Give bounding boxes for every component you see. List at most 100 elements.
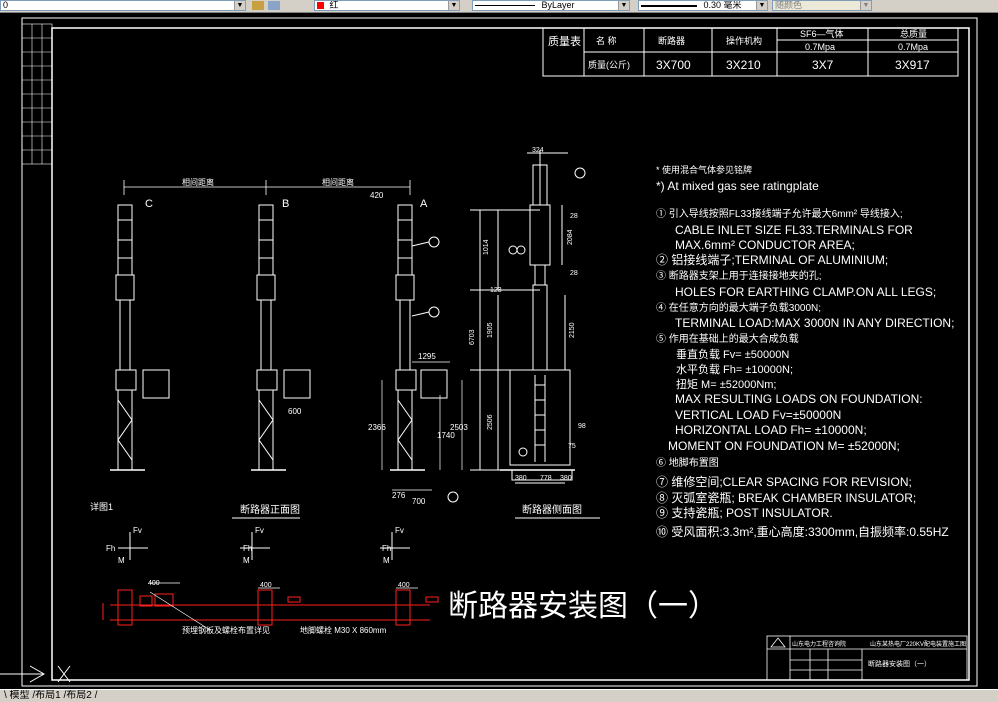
note-line: MOMENT ON FOUNDATION M= ±52000N; <box>668 439 900 453</box>
force-label: Fh <box>382 544 391 553</box>
dim-label: 380 <box>515 475 527 482</box>
view-caption: 断路器侧面图 <box>522 503 582 516</box>
layout-tabs[interactable]: \ 模型 /布局1 /布局2 / <box>0 690 97 701</box>
dim-label: 600 <box>288 407 302 416</box>
layer-dropdown[interactable]: 0 ▼ <box>0 0 246 11</box>
dim-label: 1295 <box>418 352 436 361</box>
dim-label: 6703 <box>469 329 476 345</box>
note-line: 水平负载 Fh= ±10000N; <box>676 362 793 376</box>
drawing-title: 断路器安装图（一） <box>448 589 718 624</box>
quality-table-title: 质量表 <box>548 34 581 48</box>
general-notes: * 使用混合气体参见铭牌 *) At mixed gas see ratingp… <box>656 164 954 539</box>
layout-tabs-bar: \ 模型 /布局1 /布局2 / <box>0 689 998 702</box>
front-view: 相间距离 相间距离 420 C B A 2366 2503 1740 1295 … <box>90 177 468 519</box>
force-label: Fh <box>243 544 252 553</box>
dim-label: 420 <box>370 191 384 200</box>
title-block-sheet: 断路器安装图（一） <box>868 659 931 668</box>
table-header: 总质量 <box>900 28 927 39</box>
note-line: ⑤ 作用在基础上的最大合成负载 <box>656 332 799 345</box>
dim-label: 98 <box>578 423 586 430</box>
table-cell: 3X700 <box>656 58 691 72</box>
table-subvalue: 0.7Mpa <box>805 42 835 52</box>
note-line: ⑨ 支持瓷瓶; POST INSULATOR. <box>656 505 833 520</box>
dim-label: 相间距离 <box>182 177 214 187</box>
title-block-project: 山东某热电厂220KV配电装置施工图 <box>870 640 966 648</box>
note-line: ③ 断路器支架上用于连接接地夹的孔; <box>656 269 822 282</box>
dim-label: 1905 <box>487 322 494 338</box>
sheet-frame-outer <box>21 17 978 687</box>
chevron-down-icon: ▼ <box>860 1 871 10</box>
dim-label: 1740 <box>437 431 455 440</box>
dim-label: 28 <box>570 270 578 277</box>
color-value: 红 <box>329 0 339 10</box>
chevron-down-icon: ▼ <box>756 1 767 10</box>
dim-label: 75 <box>568 443 576 450</box>
layer-previous-icon[interactable] <box>268 1 280 10</box>
dim-label: 2506 <box>487 414 494 430</box>
table-cell: 3X7 <box>812 58 834 72</box>
dim-label: 28 <box>570 213 578 220</box>
note-line: ⑩ 受风面积:3.3m²,重心高度:3300mm,自振频率:0.55HZ <box>656 524 949 539</box>
note-line: TERMINAL LOAD:MAX 3000N IN ANY DIRECTION… <box>675 316 954 330</box>
breaker-pole-c <box>110 204 170 471</box>
foundation-note: 预埋钢板及螺栓布置详见 <box>182 625 270 635</box>
color-dropdown[interactable]: 红 ▼ <box>314 0 460 11</box>
table-cell: 3X917 <box>895 58 930 72</box>
phase-label: B <box>282 198 289 210</box>
note-line: HORIZONTAL LOAD Fh= ±10000N; <box>675 423 867 437</box>
view-caption: 断路器正面图 <box>240 503 300 516</box>
chevron-down-icon: ▼ <box>618 1 629 10</box>
logo-icon <box>770 637 786 648</box>
force-label: Fv <box>133 526 142 535</box>
table-header: SF6—气体 <box>800 28 844 39</box>
note-line: 扭矩 M= ±52000Nm; <box>676 377 777 391</box>
dim-label: 400 <box>260 582 272 589</box>
note-line: *) At mixed gas see ratingplate <box>656 179 819 193</box>
dim-label: 400 <box>148 580 160 587</box>
ucs-icon <box>0 665 71 683</box>
force-label: M <box>383 556 390 565</box>
linetype-line-icon <box>475 5 535 7</box>
revision-strip <box>21 23 53 165</box>
detail-label: 详图1 <box>90 501 113 512</box>
phase-label: C <box>145 198 153 210</box>
note-line: ⑦ 维修空间;CLEAR SPACING FOR REVISION; <box>656 474 912 489</box>
table-subvalue: 0.7Mpa <box>898 42 928 52</box>
foundation-note: 地脚螺栓 M30 X 860mm <box>300 625 387 635</box>
note-line: MAX.6mm² CONDUCTOR AREA; <box>675 238 855 252</box>
linetype-dropdown[interactable]: ByLayer ▼ <box>472 0 630 11</box>
note-line: ② 铝接线端子;TERMINAL OF ALUMINIUM; <box>656 252 888 267</box>
lineweight-line-icon <box>641 4 697 7</box>
dim-label: 700 <box>412 497 426 506</box>
dim-label: 276 <box>392 491 406 500</box>
sheet-frame-inner <box>51 27 970 681</box>
dim-label: 324 <box>532 147 544 154</box>
table-cell: 3X210 <box>726 58 761 72</box>
chevron-down-icon: ▼ <box>448 1 459 10</box>
dim-label: 2084 <box>567 229 574 245</box>
breaker-pole-b <box>251 204 311 471</box>
dim-label: 相间距离 <box>322 177 354 187</box>
plotstyle-dropdown[interactable]: 随颜色 ▼ <box>772 0 872 11</box>
force-label: Fh <box>106 544 115 553</box>
foundation-plan <box>102 589 439 626</box>
note-line: HOLES FOR EARTHING CLAMP.ON ALL LEGS; <box>675 285 936 299</box>
lineweight-value: 0.30 毫米 <box>703 0 742 10</box>
layer-properties-icon[interactable] <box>252 1 264 10</box>
force-symbols <box>118 532 410 560</box>
note-line: MAX RESULTING LOADS ON FOUNDATION: <box>675 392 923 406</box>
title-block-org: 山东电力工程咨询院 <box>792 640 846 648</box>
linetype-value: ByLayer <box>541 0 575 10</box>
drawing-canvas[interactable]: 质量表 名 称 断路器 操作机构 SF6—气体 总质量 0.7Mpa 0.7Mp… <box>0 13 998 689</box>
dim-label: 123 <box>490 287 502 294</box>
color-swatch <box>317 2 324 10</box>
table-row-label: 质量(公斤) <box>588 59 630 70</box>
force-label: Fv <box>255 526 264 535</box>
dim-label: 1014 <box>483 239 490 255</box>
dim-label: 380 <box>560 475 572 482</box>
side-view: 324 1014 2084 28 28 123 1905 2150 6703 2… <box>469 147 600 519</box>
note-line: ⑧ 灭弧室瓷瓶; BREAK CHAMBER INSULATOR; <box>656 490 916 505</box>
note-line: CABLE INLET SIZE FL33.TERMINALS FOR <box>675 223 913 237</box>
force-label: Fv <box>395 526 404 535</box>
lineweight-dropdown[interactable]: 0.30 毫米 ▼ <box>638 0 768 11</box>
